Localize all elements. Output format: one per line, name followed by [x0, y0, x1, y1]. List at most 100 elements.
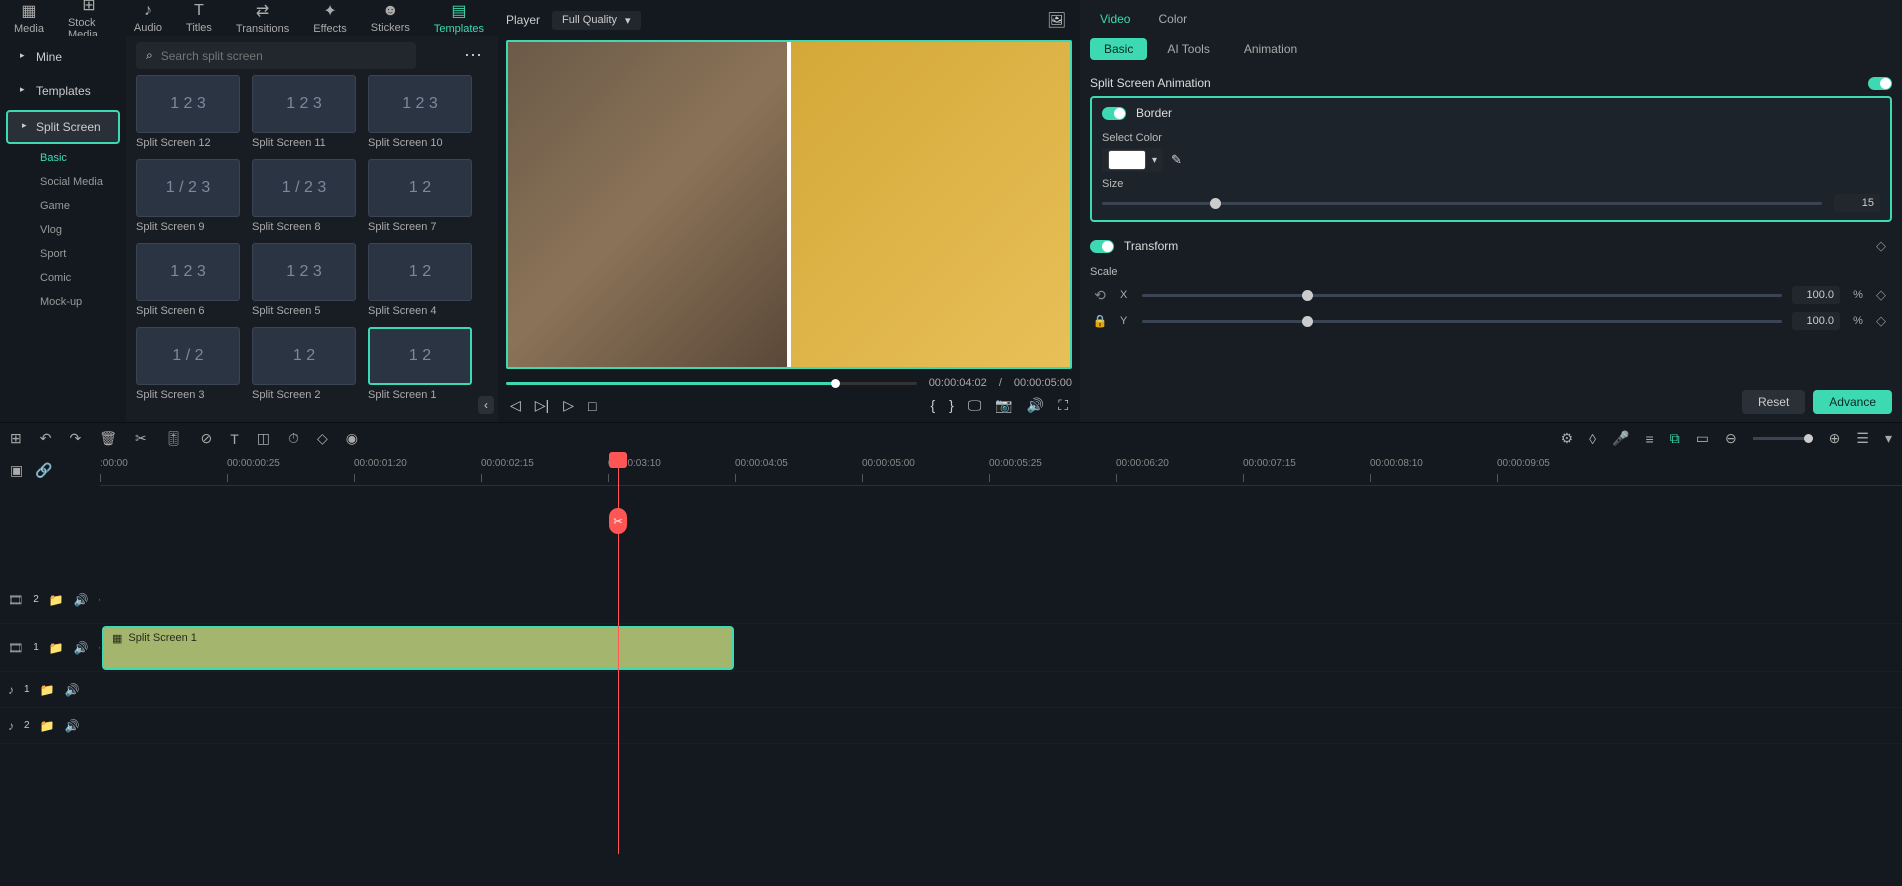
split-anim-toggle[interactable]	[1868, 77, 1892, 90]
scale-x-slider[interactable]	[1142, 294, 1782, 297]
preview-right[interactable]	[787, 42, 1070, 367]
mute-icon[interactable]: 🔊	[65, 683, 80, 697]
reset-button[interactable]: Reset	[1742, 390, 1805, 414]
tool-cut[interactable]: ✂	[135, 430, 147, 447]
tool-mic[interactable]: 🎤	[1612, 430, 1629, 447]
tool-fit[interactable]: ▭	[1696, 430, 1709, 447]
track-body[interactable]: ▦Split Screen 1	[100, 624, 1902, 671]
tool-crop[interactable]: ◫	[257, 430, 270, 447]
play-button[interactable]: ▷	[563, 397, 574, 414]
template-thumb[interactable]: 1 / 2	[136, 327, 240, 385]
preview-area[interactable]	[506, 40, 1072, 369]
tab-titles[interactable]: TTitles	[182, 0, 216, 38]
track-body[interactable]	[100, 672, 1902, 707]
zoom-in[interactable]: ⊕	[1829, 430, 1841, 447]
template-item[interactable]: 1 2Split Screen 2	[252, 327, 356, 401]
template-thumb[interactable]: 1 2 3	[252, 75, 356, 133]
tool-more[interactable]: ▾	[1885, 430, 1892, 447]
template-item[interactable]: 1 2Split Screen 1	[368, 327, 472, 401]
template-item[interactable]: 1 2Split Screen 4	[368, 243, 472, 317]
folder-icon[interactable]: 📁	[49, 593, 64, 607]
template-item[interactable]: 1 2 3Split Screen 11	[252, 75, 356, 149]
track-body[interactable]	[100, 576, 1902, 623]
tool-redo[interactable]: ↷	[69, 430, 81, 447]
timeline-link-button[interactable]: 🔗	[35, 462, 52, 479]
collapse-sidebar-button[interactable]: ‹	[478, 396, 494, 414]
tab-audio[interactable]: ♪Audio	[130, 0, 166, 38]
size-value[interactable]: 15	[1834, 194, 1880, 212]
tool-audio-adjust[interactable]: 🎚	[165, 430, 183, 447]
sidebar-subitem-comic[interactable]: Comic	[0, 266, 126, 290]
tool-delete[interactable]: 🗑	[99, 430, 117, 447]
tool-block[interactable]: ⊘	[201, 430, 213, 447]
folder-icon[interactable]: 📁	[49, 641, 64, 655]
right-tab-color[interactable]: Color	[1154, 8, 1191, 30]
tab-templates[interactable]: ▤Templates	[430, 0, 488, 39]
folder-icon[interactable]: 📁	[40, 719, 55, 733]
transform-toggle[interactable]	[1090, 240, 1114, 253]
tab-transitions[interactable]: ⇄Transitions	[232, 0, 293, 39]
next-frame-button[interactable]: ▷|	[535, 397, 549, 414]
tool-tracks[interactable]: ☰	[1856, 430, 1869, 447]
preview-left[interactable]	[508, 42, 787, 367]
template-item[interactable]: 1 / 2 3Split Screen 9	[136, 159, 240, 233]
tool-text[interactable]: T	[230, 431, 239, 447]
template-item[interactable]: 1 2 3Split Screen 10	[368, 75, 472, 149]
scale-y-value[interactable]: 100.0	[1792, 312, 1840, 330]
template-item[interactable]: 1 / 2Split Screen 3	[136, 327, 240, 401]
scale-x-value[interactable]: 100.0	[1792, 286, 1840, 304]
sidebar-subitem-sport[interactable]: Sport	[0, 242, 126, 266]
folder-icon[interactable]: 📁	[40, 683, 55, 697]
mute-icon[interactable]: 🔊	[74, 641, 89, 655]
right-subtab-animation[interactable]: Animation	[1230, 38, 1311, 60]
tool-shield[interactable]: ◊	[1589, 431, 1596, 447]
template-thumb[interactable]: 1 2 3	[252, 243, 356, 301]
fullscreen-button[interactable]: ⛶	[1058, 397, 1068, 414]
sidebar-subitem-game[interactable]: Game	[0, 194, 126, 218]
zoom-out[interactable]: ⊖	[1725, 430, 1737, 447]
sidebar-subitem-vlog[interactable]: Vlog	[0, 218, 126, 242]
template-item[interactable]: 1 2Split Screen 7	[368, 159, 472, 233]
scale-y-slider[interactable]	[1142, 320, 1782, 323]
template-thumb[interactable]: 1 / 2 3	[136, 159, 240, 217]
template-thumb[interactable]: 1 / 2 3	[252, 159, 356, 217]
tool-speed[interactable]: ⏱	[288, 430, 299, 447]
template-thumb[interactable]: 1 2	[368, 243, 472, 301]
cut-icon[interactable]: ✂	[609, 508, 627, 534]
right-subtab-ai-tools[interactable]: AI Tools	[1153, 38, 1223, 60]
advance-button[interactable]: Advance	[1813, 390, 1892, 414]
timeline-clip[interactable]: ▦Split Screen 1	[102, 626, 734, 670]
eyedropper-button[interactable]: ✎	[1171, 152, 1182, 168]
scale-x-reset[interactable]: ◇	[1876, 287, 1892, 303]
template-thumb[interactable]: 1 2 3	[136, 75, 240, 133]
tool-adjust[interactable]: ⚙	[1561, 430, 1574, 447]
sidebar-item-templates[interactable]: ▸Templates	[6, 76, 120, 106]
border-toggle[interactable]	[1102, 107, 1126, 120]
template-thumb[interactable]: 1 2	[252, 327, 356, 385]
mute-icon[interactable]: 🔊	[74, 593, 89, 607]
scale-y-reset[interactable]: ◇	[1876, 313, 1892, 329]
sidebar-subitem-basic[interactable]: Basic	[0, 146, 126, 170]
transform-reset-button[interactable]: ◇	[1876, 238, 1892, 254]
seek-bar[interactable]	[506, 382, 917, 385]
playhead[interactable]: ✂	[618, 454, 619, 854]
timeline-option-button[interactable]: ▣	[10, 462, 23, 479]
tool-list[interactable]: ≡	[1646, 431, 1654, 447]
sidebar-subitem-mock-up[interactable]: Mock-up	[0, 290, 126, 314]
right-tab-video[interactable]: Video	[1096, 8, 1134, 30]
search-input[interactable]	[161, 49, 406, 63]
display-button[interactable]: 🖵	[968, 397, 982, 414]
track-body[interactable]	[100, 708, 1902, 743]
tab-effects[interactable]: ✦Effects	[309, 0, 350, 39]
tool-record[interactable]: ◉	[346, 430, 358, 447]
template-thumb[interactable]: 1 2 3	[136, 243, 240, 301]
tool-magnet[interactable]: ⧉	[1670, 430, 1680, 447]
link-xy-icon[interactable]: ⟲	[1090, 287, 1110, 304]
right-subtab-basic[interactable]: Basic	[1090, 38, 1147, 60]
sidebar-subitem-social-media[interactable]: Social Media	[0, 170, 126, 194]
stop-button[interactable]: □	[588, 398, 596, 414]
template-item[interactable]: 1 2 3Split Screen 5	[252, 243, 356, 317]
zoom-slider[interactable]	[1753, 437, 1813, 440]
sidebar-item-split-screen[interactable]: ▸Split Screen	[6, 110, 120, 144]
mark-in-button[interactable]: {	[930, 397, 935, 414]
